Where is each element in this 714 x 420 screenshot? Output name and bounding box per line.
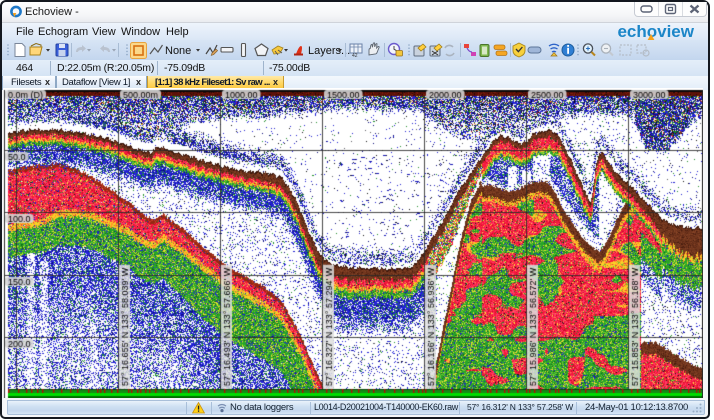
svg-text:42: 42 (352, 53, 358, 59)
svg-text:None: None (165, 45, 191, 57)
svg-text:Layers...: Layers... (308, 45, 350, 57)
